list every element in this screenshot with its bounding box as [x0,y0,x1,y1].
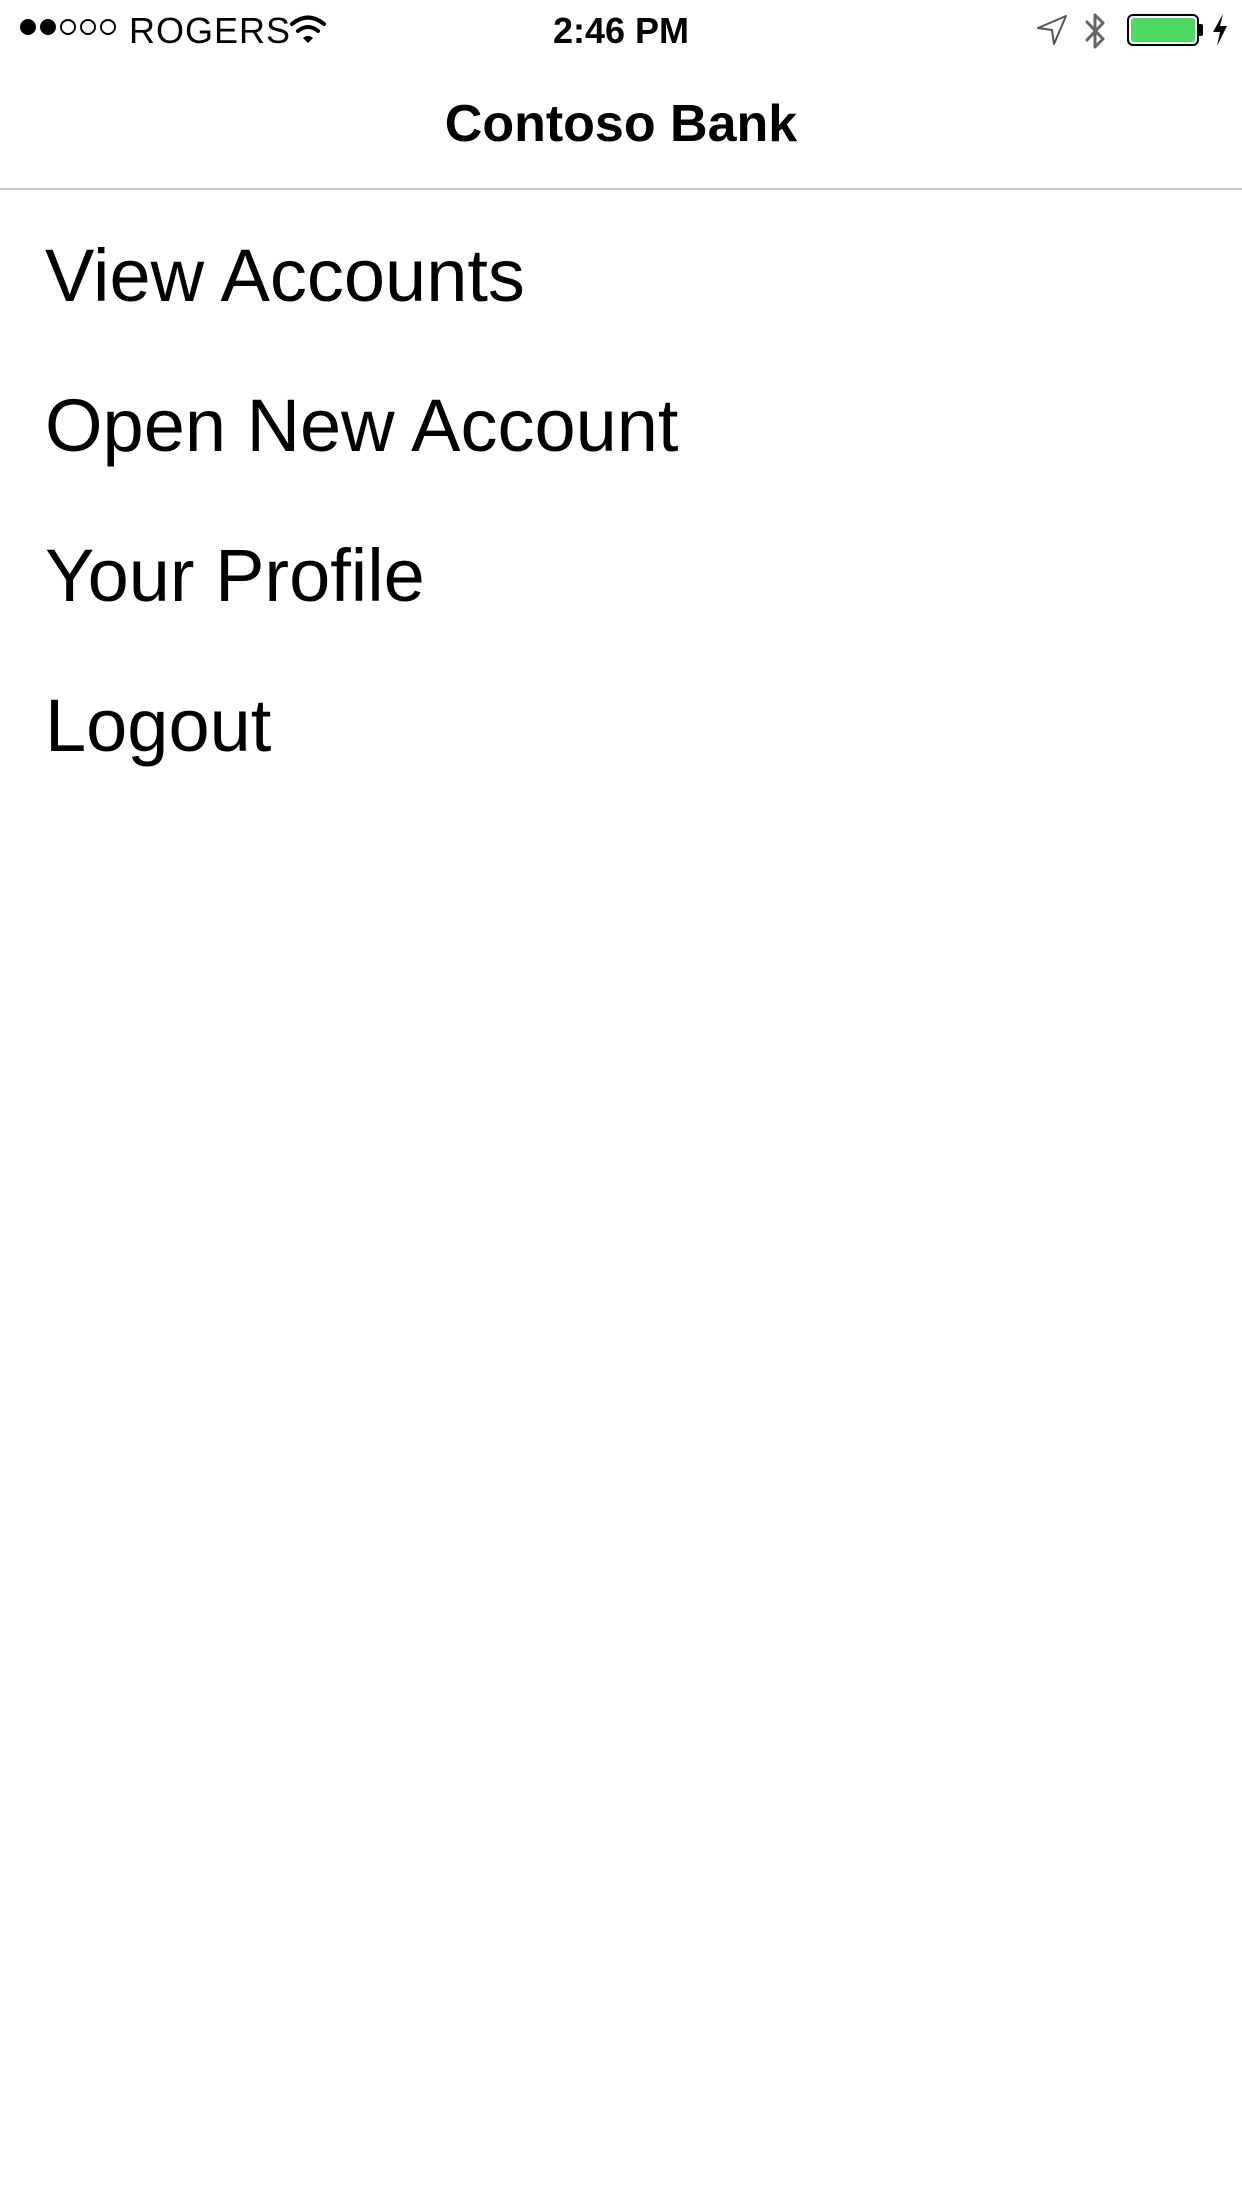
location-arrow-icon [1036,14,1068,51]
bluetooth-icon [1083,12,1109,55]
charging-bolt-icon [1211,14,1229,51]
menu-item-logout[interactable]: Logout [0,642,1242,792]
battery-tip [1199,24,1203,36]
battery-icon [1127,14,1199,46]
status-bar: ROGERS 2:46 PM [0,0,1242,60]
menu-item-open-new-account[interactable]: Open New Account [0,342,1242,492]
main-menu: View Accounts Open New Account Your Prof… [0,192,1242,792]
battery-level-fill [1131,18,1195,42]
menu-item-your-profile[interactable]: Your Profile [0,492,1242,642]
navigation-bar: Contoso Bank [0,60,1242,190]
menu-item-view-accounts[interactable]: View Accounts [0,192,1242,342]
page-title: Contoso Bank [444,95,798,153]
